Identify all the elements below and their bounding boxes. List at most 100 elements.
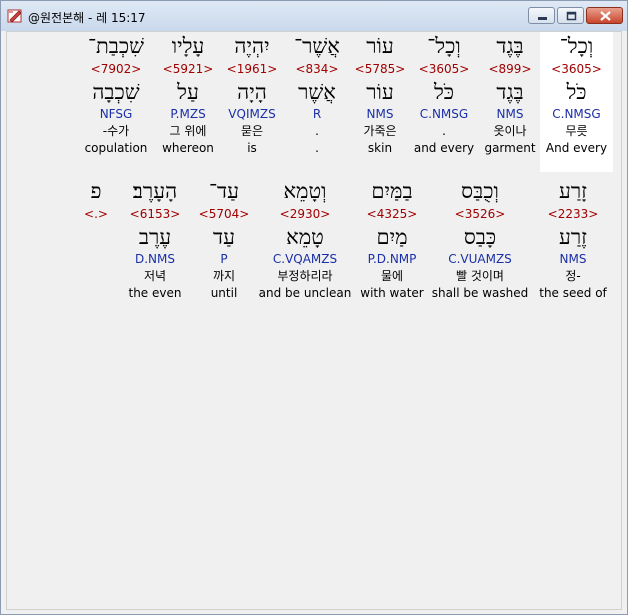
strong-number[interactable]: <4325> bbox=[357, 205, 427, 223]
strong-number[interactable]: <6153> bbox=[120, 205, 190, 223]
hebrew-word: וְטָמֵא bbox=[283, 179, 327, 203]
close-button[interactable] bbox=[586, 7, 623, 24]
word-column[interactable]: עוֹר <5785> עוֹר NMS 가죽은 skin bbox=[350, 32, 410, 157]
english-gloss: whereon bbox=[162, 141, 214, 155]
hebrew-word: פ bbox=[90, 179, 102, 203]
english-gloss: the seed of bbox=[539, 286, 607, 300]
morphology-code[interactable]: NMS bbox=[479, 106, 541, 123]
hebrew-lemma: כֹּל bbox=[566, 80, 587, 104]
korean-gloss: . bbox=[442, 124, 446, 138]
hebrew-lemma: עַד bbox=[213, 225, 235, 249]
word-column[interactable]: שִׁכְבַת־ <7902> שִׁכְבָה NFSG -수가 copul… bbox=[79, 32, 153, 157]
korean-gloss: 가죽은 bbox=[363, 124, 397, 138]
korean-gloss: 묻은 bbox=[240, 124, 264, 138]
english-gloss: and be unclean bbox=[258, 286, 352, 300]
morphology-code[interactable]: NMS bbox=[533, 251, 613, 268]
korean-gloss: 빨 것이며 bbox=[456, 269, 504, 283]
strong-number[interactable]: <5704> bbox=[196, 205, 252, 223]
korean-gloss: . bbox=[315, 124, 319, 138]
strong-number[interactable]: <7902> bbox=[79, 60, 153, 78]
english-gloss: copulation bbox=[84, 141, 148, 155]
word-column[interactable]: יִהְיֶה <1961> הָיָה VQIMZS 묻은 is bbox=[222, 32, 282, 157]
hebrew-word: עַד־ bbox=[208, 179, 240, 203]
morphology-code[interactable]: NMS bbox=[350, 106, 410, 123]
hebrew-word: וְכֻבַּס bbox=[461, 179, 499, 203]
maximize-button[interactable] bbox=[557, 7, 584, 24]
morphology-code[interactable]: VQIMZS bbox=[222, 106, 282, 123]
morphology-code[interactable]: R bbox=[287, 106, 347, 123]
app-edit-icon bbox=[7, 8, 23, 24]
word-column[interactable]: וְכָל־ <3605> כֹּל C.NMSG . and every bbox=[411, 32, 477, 157]
english-gloss: is bbox=[247, 141, 257, 155]
morphology-code[interactable]: P.MZS bbox=[157, 106, 219, 123]
hebrew-lemma: מַיִם bbox=[376, 225, 408, 249]
hebrew-word: שִׁכְבַת־ bbox=[87, 34, 145, 58]
hebrew-word: הָעָרֶב׃ bbox=[132, 179, 178, 203]
korean-gloss: 그 위에 bbox=[169, 124, 207, 138]
hebrew-word: בַמַּיִם bbox=[371, 179, 413, 203]
word-column[interactable]: פ <.> bbox=[79, 177, 113, 223]
strong-number[interactable]: <3605> bbox=[540, 60, 613, 78]
word-column[interactable]: אֲשֶׁר־ <834> אֲשֶׁר R . . bbox=[287, 32, 347, 157]
minimize-button[interactable] bbox=[528, 7, 555, 24]
strong-number[interactable]: <.> bbox=[79, 205, 113, 223]
strong-number[interactable]: <2930> bbox=[257, 205, 353, 223]
morphology-code[interactable]: NFSG bbox=[79, 106, 153, 123]
hebrew-lemma: אֲשֶׁר bbox=[298, 80, 336, 104]
morphology-code[interactable]: C.NMSG bbox=[411, 106, 477, 123]
korean-gloss: 물에 bbox=[380, 269, 404, 283]
word-column[interactable]: וְטָמֵא <2930> טָמֵא C.VQAMZS 부정하리라 and … bbox=[257, 177, 353, 302]
morphology-code[interactable]: D.NMS bbox=[120, 251, 190, 268]
hebrew-word: בֶּגֶד bbox=[496, 34, 524, 58]
hebrew-word: וְכָל־ bbox=[427, 34, 461, 58]
korean-gloss: 부정하리라 bbox=[277, 269, 333, 283]
english-gloss: until bbox=[210, 286, 238, 300]
korean-gloss: 정- bbox=[565, 269, 581, 283]
hebrew-lemma: עוֹר bbox=[366, 80, 394, 104]
strong-number[interactable]: <3526> bbox=[431, 205, 529, 223]
strong-number[interactable]: <5785> bbox=[350, 60, 410, 78]
hebrew-lemma: בֶּגֶד bbox=[496, 80, 524, 104]
hebrew-word: עוֹר bbox=[366, 34, 394, 58]
hebrew-word: עָלָיו bbox=[171, 34, 205, 58]
english-gloss: garment bbox=[484, 141, 536, 155]
english-gloss: and every bbox=[413, 141, 475, 155]
strong-number[interactable]: <3605> bbox=[411, 60, 477, 78]
word-column[interactable]: וְכָל־ <3605> כֹּל C.NMSG 무릇 And every bbox=[540, 32, 613, 172]
strong-number[interactable]: <899> bbox=[479, 60, 541, 78]
korean-gloss: 옷이나 bbox=[493, 124, 527, 138]
hebrew-lemma: כָּבַס bbox=[463, 225, 497, 249]
word-column[interactable]: בֶּגֶד <899> בֶּגֶד NMS 옷이나 garment bbox=[479, 32, 541, 157]
strong-number[interactable]: <1961> bbox=[222, 60, 282, 78]
word-column[interactable]: וְכֻבַּס <3526> כָּבַס C.VUAMZS 빨 것이며 sh… bbox=[431, 177, 529, 302]
hebrew-lemma: עֶרֶב bbox=[138, 225, 172, 249]
word-column[interactable]: עָלָיו <5921> עַל P.MZS 그 위에 whereon bbox=[157, 32, 219, 157]
korean-gloss: 무릇 bbox=[565, 124, 588, 138]
word-column[interactable]: זָרַע <2233> זֶרַע NMS 정- the seed of bbox=[533, 177, 613, 302]
strong-number[interactable]: <5921> bbox=[157, 60, 219, 78]
hebrew-word: יִהְיֶה bbox=[234, 34, 270, 58]
korean-gloss: -수가 bbox=[102, 124, 130, 138]
title-bar[interactable]: @원전본해 - 레 15:17 bbox=[1, 1, 627, 31]
word-column[interactable]: בַמַּיִם <4325> מַיִם P.D.NMP 물에 with wa… bbox=[357, 177, 427, 302]
close-icon bbox=[600, 11, 611, 21]
app-window: @원전본해 - 레 15:17 וְכָל־ <3605> כֹּל C.NMS… bbox=[0, 0, 628, 615]
hebrew-lemma: עַל bbox=[177, 80, 199, 104]
hebrew-word: וְכָל־ bbox=[559, 34, 594, 58]
hebrew-lemma: טָמֵא bbox=[286, 225, 324, 249]
korean-gloss: 까지 bbox=[212, 269, 236, 283]
morphology-code[interactable]: C.VQAMZS bbox=[257, 251, 353, 268]
strong-number[interactable]: <834> bbox=[287, 60, 347, 78]
word-column[interactable]: הָעָרֶב׃ <6153> עֶרֶב D.NMS 저녁 the even bbox=[120, 177, 190, 302]
english-gloss: the even bbox=[128, 286, 182, 300]
morphology-code[interactable]: C.NMSG bbox=[540, 106, 613, 123]
morphology-code[interactable]: P.D.NMP bbox=[357, 251, 427, 268]
strong-number[interactable]: <2233> bbox=[533, 205, 613, 223]
morphology-code[interactable]: C.VUAMZS bbox=[431, 251, 529, 268]
english-gloss: . bbox=[315, 141, 319, 155]
hebrew-lemma: הָיָה bbox=[237, 80, 267, 104]
hebrew-word: זָרַע bbox=[558, 179, 588, 203]
morphology-code[interactable]: P bbox=[196, 251, 252, 268]
word-column[interactable]: עַד־ <5704> עַד P 까지 until bbox=[196, 177, 252, 302]
english-gloss: with water bbox=[360, 286, 424, 300]
